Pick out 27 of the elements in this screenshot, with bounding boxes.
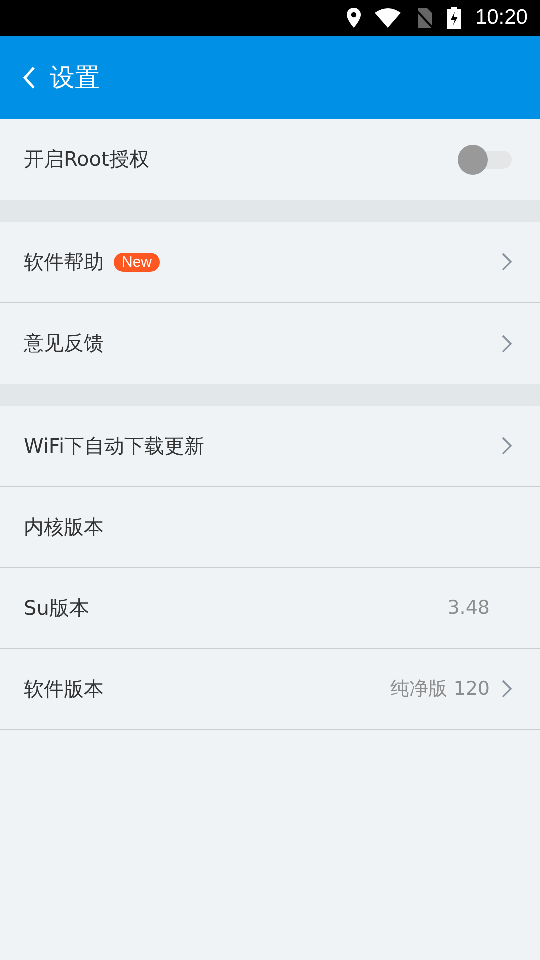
- settings-row[interactable]: 意见反馈: [0, 303, 540, 384]
- wifi-icon: [375, 8, 402, 28]
- row-label: WiFi下自动下载更新: [24, 432, 204, 460]
- chevron-right-icon: [502, 334, 512, 352]
- row-label: 内核版本: [24, 514, 104, 540]
- chevron-right-icon: [502, 253, 512, 271]
- battery-charging-icon: [447, 7, 462, 29]
- location-icon: [347, 8, 362, 28]
- new-badge: New: [114, 252, 160, 272]
- chevron-right-icon: [502, 437, 512, 455]
- chevron-right-icon: [502, 680, 512, 698]
- settings-row[interactable]: 软件版本 纯净版 120: [0, 649, 540, 730]
- row-value: 3.48: [448, 597, 490, 619]
- no-sim-icon: [415, 8, 434, 28]
- row-label: 意见反馈: [24, 330, 104, 357]
- row-label: 软件帮助: [24, 248, 104, 276]
- page-title: 设置: [50, 62, 100, 94]
- row-label: 开启Root授权: [24, 146, 150, 173]
- row-label: Su版本: [24, 594, 90, 622]
- back-icon[interactable]: [22, 66, 36, 90]
- toggle-switch[interactable]: [458, 144, 512, 174]
- settings-row[interactable]: WiFi下自动下载更新: [0, 406, 540, 487]
- row-label: 软件版本: [24, 676, 104, 702]
- settings-row[interactable]: 开启Root授权: [0, 119, 540, 200]
- settings-row[interactable]: 软件帮助 New: [0, 222, 540, 303]
- status-time: 10:20: [475, 6, 528, 30]
- row-value: 纯净版 120: [390, 677, 490, 702]
